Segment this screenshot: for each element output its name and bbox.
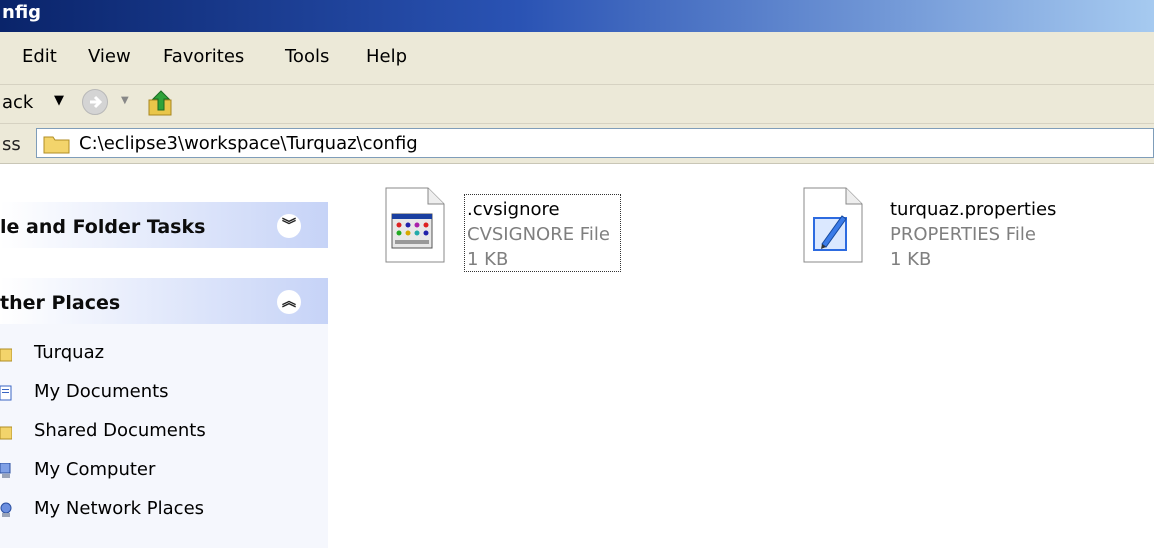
menu-favorites[interactable]: Favorites: [163, 46, 244, 67]
network-icon: [0, 502, 12, 517]
menu-tools[interactable]: Tools: [285, 46, 329, 67]
window-title: nfig: [2, 2, 42, 23]
folder-icon: [43, 134, 71, 159]
place-label: Shared Documents: [34, 420, 206, 441]
file-name: .cvsignore: [467, 199, 560, 220]
documents-icon: [0, 385, 12, 401]
address-path: C:\eclipse3\workspace\Turquaz\config: [79, 133, 418, 154]
address-label: ss: [2, 134, 21, 155]
folder-icon: [0, 348, 12, 362]
other-places-body: Turquaz My Documents Shared Documents My…: [0, 324, 328, 548]
up-folder-glyph: [148, 90, 172, 116]
title-bar: nfig: [0, 0, 1154, 32]
toolbar: ack ▼ ▼: [0, 85, 1154, 124]
file-type: PROPERTIES File: [890, 224, 1036, 245]
place-label: My Computer: [34, 459, 156, 480]
notepad-file-icon: [803, 187, 863, 263]
file-item-turquaz-properties[interactable]: turquaz.properties PROPERTIES File 1 KB: [802, 186, 1102, 286]
folder-icon: [0, 426, 12, 440]
other-places-header[interactable]: ther Places ︽: [0, 278, 328, 324]
file-type: CVSIGNORE File: [467, 224, 610, 245]
address-bar: ss C:\eclipse3\workspace\Turquaz\config: [0, 124, 1154, 164]
forward-button[interactable]: [82, 89, 108, 115]
expand-chevron-icon[interactable]: ︾: [277, 214, 301, 238]
collapse-chevron-icon[interactable]: ︽: [277, 290, 301, 314]
address-input[interactable]: C:\eclipse3\workspace\Turquaz\config: [36, 128, 1154, 158]
place-label: Turquaz: [34, 342, 105, 363]
file-folder-tasks-header[interactable]: le and Folder Tasks ︾: [0, 202, 328, 248]
computer-icon: [0, 463, 11, 478]
menu-edit[interactable]: Edit: [22, 46, 57, 67]
other-places-title: ther Places: [0, 292, 121, 314]
file-size: 1 KB: [890, 249, 932, 270]
forward-arrow-icon: [90, 95, 103, 109]
file-item-cvsignore[interactable]: .cvsignore CVSIGNORE File 1 KB: [384, 186, 634, 286]
file-size: 1 KB: [467, 249, 509, 270]
back-button-label[interactable]: ack: [2, 92, 33, 113]
place-label: My Documents: [34, 381, 169, 402]
task-pane: le and Folder Tasks ︾ ther Places ︽ Turq…: [0, 164, 346, 553]
generic-app-file-icon: [385, 187, 445, 263]
place-label: My Network Places: [34, 498, 205, 519]
file-folder-tasks-title: le and Folder Tasks: [0, 216, 206, 238]
menu-bar: Edit View Favorites Tools Help: [0, 32, 1154, 85]
up-folder-icon[interactable]: [146, 88, 176, 123]
back-dropdown-icon[interactable]: ▼: [54, 93, 64, 108]
menu-view[interactable]: View: [88, 46, 131, 67]
forward-dropdown-icon[interactable]: ▼: [121, 95, 129, 106]
menu-help[interactable]: Help: [366, 46, 407, 67]
file-name: turquaz.properties: [890, 199, 1057, 220]
